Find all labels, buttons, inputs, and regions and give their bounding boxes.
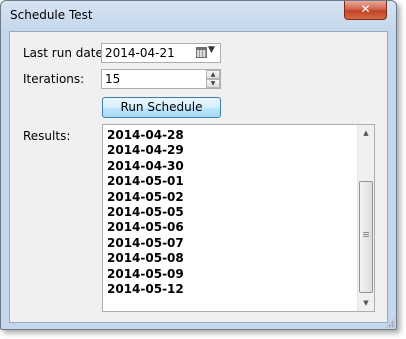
result-line: 2014-05-02 bbox=[107, 189, 184, 204]
result-line: 2014-05-06 bbox=[107, 220, 184, 235]
dialog-body: Last run date: 2014-04-21 ▼ Iterations: … bbox=[9, 31, 388, 323]
decrement-button[interactable]: ▼ bbox=[206, 79, 220, 88]
schedule-test-window: Schedule Test ✕ Last run date: 2014-04-2… bbox=[0, 0, 397, 330]
window-title: Schedule Test bbox=[10, 8, 93, 22]
result-line: 2014-04-29 bbox=[107, 143, 184, 158]
result-line: 2014-05-12 bbox=[107, 282, 184, 297]
result-line: 2014-05-08 bbox=[107, 251, 184, 266]
result-line: 2014-05-09 bbox=[107, 266, 184, 281]
close-icon: ✕ bbox=[360, 2, 371, 16]
stepper-buttons: ▲ ▼ bbox=[206, 70, 220, 88]
result-line: 2014-04-28 bbox=[107, 128, 184, 142]
close-button[interactable]: ✕ bbox=[344, 1, 387, 20]
result-line: 2014-05-01 bbox=[107, 174, 184, 189]
iterations-value[interactable]: 15 bbox=[105, 72, 120, 86]
scroll-up-button[interactable]: ▲ bbox=[358, 125, 374, 141]
last-run-date-value[interactable]: 2014-04-21 bbox=[105, 46, 175, 60]
results-list: 2014-04-28 2014-04-29 2014-04-30 2014-05-01… bbox=[107, 128, 184, 297]
scrollbar-thumb[interactable] bbox=[359, 181, 373, 293]
run-schedule-button[interactable]: Run Schedule bbox=[102, 97, 221, 118]
iterations-label: Iterations: bbox=[23, 72, 85, 86]
scroll-down-button[interactable]: ▼ bbox=[358, 295, 374, 311]
grip-icon bbox=[363, 232, 369, 238]
chevron-down-icon[interactable]: ▼ bbox=[208, 45, 215, 55]
last-run-date-picker[interactable]: 2014-04-21 ▼ bbox=[101, 43, 221, 63]
title-bar[interactable]: Schedule Test ✕ bbox=[1, 1, 396, 31]
last-run-date-label: Last run date: bbox=[23, 46, 107, 60]
vertical-scrollbar[interactable]: ▲ ▼ bbox=[357, 125, 374, 311]
results-textbox[interactable]: 2014-04-28 2014-04-29 2014-04-30 2014-05-01… bbox=[102, 124, 375, 312]
increment-button[interactable]: ▲ bbox=[206, 70, 220, 79]
calendar-icon[interactable] bbox=[196, 47, 207, 58]
result-line: 2014-05-07 bbox=[107, 235, 184, 250]
result-line: 2014-05-05 bbox=[107, 205, 184, 220]
result-line: 2014-04-30 bbox=[107, 158, 184, 173]
iterations-stepper[interactable]: 15 ▲ ▼ bbox=[101, 69, 221, 89]
results-label: Results: bbox=[23, 129, 71, 143]
